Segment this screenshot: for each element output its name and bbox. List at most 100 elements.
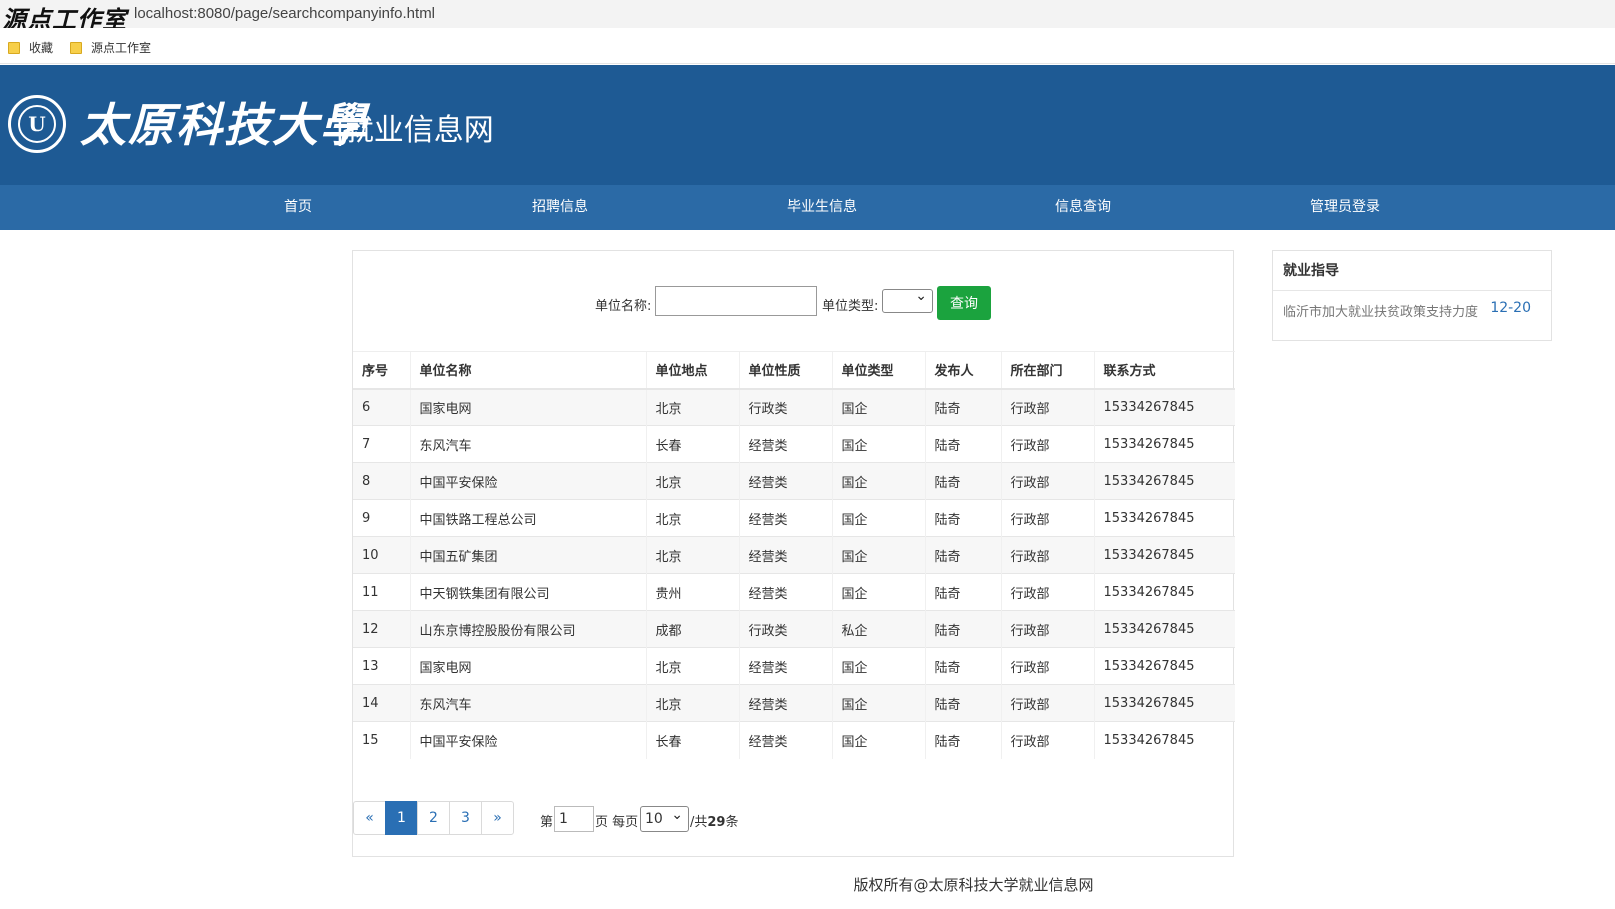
cell-department: 行政部: [1000, 499, 1094, 537]
cell-location: 北京: [645, 684, 739, 722]
sidebar-title: 就业指导: [1273, 251, 1551, 291]
url-text[interactable]: localhost:8080/page/searchcompanyinfo.ht…: [134, 5, 435, 22]
sidebar-news-link[interactable]: 临沂市加大就业扶贫政策支持力度: [1283, 301, 1478, 320]
cell-contact: 15334267845: [1093, 388, 1235, 426]
cell-index: 11: [353, 573, 410, 611]
page-suffix: 页 每页: [595, 815, 639, 830]
cell-publisher: 陆奇: [924, 499, 1001, 537]
university-name-logo: 太原科技大學: [80, 98, 368, 152]
cell-department: 行政部: [1000, 610, 1094, 648]
page-button-1[interactable]: 1: [385, 801, 418, 835]
cell-nature: 经营类: [738, 425, 832, 463]
company-type-select[interactable]: [882, 288, 933, 313]
guidance-sidebar: 就业指导 临沂市加大就业扶贫政策支持力度 12-20: [1272, 250, 1552, 341]
page-next-button[interactable]: »: [481, 801, 514, 835]
table-row: 6 国家电网 北京 行政类 国企 陆奇 行政部 15334267845: [353, 388, 1235, 426]
cell-name: 中国铁路工程总公司: [409, 499, 646, 537]
cell-name: 山东京博控股股份有限公司: [409, 610, 646, 648]
cell-index: 13: [353, 647, 410, 685]
cell-nature: 经营类: [738, 536, 832, 574]
cell-department: 行政部: [1000, 536, 1094, 574]
cell-department: 行政部: [1000, 647, 1094, 685]
cell-contact: 15334267845: [1093, 499, 1235, 537]
bookmark-favorites[interactable]: 收藏: [8, 39, 53, 56]
col-header-type: 单位类型: [831, 351, 925, 390]
cell-contact: 15334267845: [1093, 536, 1235, 574]
cell-location: 北京: [645, 536, 739, 574]
cell-location: 北京: [645, 462, 739, 500]
cell-department: 行政部: [1000, 684, 1094, 722]
col-header-index: 序号: [353, 351, 410, 390]
nav-item-admin-login[interactable]: 管理员登录: [1310, 185, 1380, 230]
site-title: |就业信息网: [336, 114, 494, 147]
cell-index: 9: [353, 499, 410, 537]
cell-location: 北京: [645, 388, 739, 426]
folder-icon: [70, 41, 82, 54]
cell-nature: 经营类: [738, 462, 832, 500]
cell-publisher: 陆奇: [924, 610, 1001, 648]
company-table: 序号 单位名称 单位地点 单位性质 单位类型 发布人 所在部门 联系方式 6 国…: [353, 351, 1235, 759]
cell-contact: 15334267845: [1093, 647, 1235, 685]
cell-publisher: 陆奇: [924, 536, 1001, 574]
col-header-name: 单位名称: [409, 351, 646, 390]
page-prev-button[interactable]: «: [353, 801, 386, 835]
table-row: 11 中天钢铁集团有限公司 贵州 经营类 国企 陆奇 行政部 153342678…: [353, 573, 1235, 611]
cell-publisher: 陆奇: [924, 388, 1001, 426]
query-button[interactable]: 查询: [937, 286, 991, 320]
company-type-label: 单位类型:: [822, 299, 879, 314]
cell-index: 12: [353, 610, 410, 648]
page-prefix: 第: [540, 815, 554, 830]
cell-type: 国企: [831, 721, 925, 759]
nav-item-info-query[interactable]: 信息查询: [1055, 185, 1111, 230]
university-emblem-icon: U: [8, 95, 66, 153]
col-header-contact: 联系方式: [1093, 351, 1235, 390]
nav-item-home[interactable]: 首页: [284, 185, 312, 230]
per-page-select[interactable]: 10: [640, 803, 689, 832]
cell-nature: 行政类: [738, 388, 832, 426]
cell-index: 14: [353, 684, 410, 722]
cell-department: 行政部: [1000, 388, 1094, 426]
cell-publisher: 陆奇: [924, 462, 1001, 500]
bookmark-label: 收藏: [29, 41, 54, 55]
cell-name: 东风汽车: [409, 425, 646, 463]
cell-type: 国企: [831, 499, 925, 537]
bookmark-studio[interactable]: 源点工作室: [70, 39, 151, 56]
nav-item-recruitment[interactable]: 招聘信息: [532, 185, 588, 230]
cell-type: 国企: [831, 425, 925, 463]
table-row: 7 东风汽车 长春 经营类 国企 陆奇 行政部 15334267845: [353, 425, 1235, 463]
col-header-publisher: 发布人: [924, 351, 1001, 390]
footer-copyright: 版权所有@太原科技大学就业信息网: [853, 876, 1094, 894]
cell-index: 15: [353, 721, 410, 759]
company-name-input[interactable]: [655, 286, 817, 316]
sidebar-news-date: 12-20: [1490, 300, 1531, 316]
page-number-input[interactable]: 1: [554, 806, 594, 832]
cell-nature: 经营类: [738, 647, 832, 685]
cell-contact: 15334267845: [1093, 573, 1235, 611]
cell-contact: 15334267845: [1093, 610, 1235, 648]
table-row: 8 中国平安保险 北京 经营类 国企 陆奇 行政部 15334267845: [353, 462, 1235, 500]
page-button-3[interactable]: 3: [449, 801, 482, 835]
cell-nature: 经营类: [738, 721, 832, 759]
company-name-label: 单位名称:: [595, 299, 652, 314]
cell-type: 国企: [831, 573, 925, 611]
cell-publisher: 陆奇: [924, 573, 1001, 611]
cell-department: 行政部: [1000, 462, 1094, 500]
cell-name: 中国平安保险: [409, 462, 646, 500]
cell-nature: 行政类: [738, 610, 832, 648]
total-info: /共29条: [690, 815, 739, 830]
table-row: 12 山东京博控股股份有限公司 成都 行政类 私企 陆奇 行政部 1533426…: [353, 610, 1235, 648]
nav-item-graduates[interactable]: 毕业生信息: [787, 185, 857, 230]
address-bar[interactable]: 源点工作室 localhost:8080/page/searchcompanyi…: [0, 0, 1615, 34]
cell-location: 成都: [645, 610, 739, 648]
cell-type: 国企: [831, 647, 925, 685]
cell-type: 私企: [831, 610, 925, 648]
cell-department: 行政部: [1000, 721, 1094, 759]
cell-name: 中国五矿集团: [409, 536, 646, 574]
table-row: 10 中国五矿集团 北京 经营类 国企 陆奇 行政部 15334267845: [353, 536, 1235, 574]
page-button-2[interactable]: 2: [417, 801, 450, 835]
cell-contact: 15334267845: [1093, 684, 1235, 722]
cell-index: 10: [353, 536, 410, 574]
cell-index: 7: [353, 425, 410, 463]
col-header-department: 所在部门: [1000, 351, 1094, 390]
cell-name: 中国平安保险: [409, 721, 646, 759]
